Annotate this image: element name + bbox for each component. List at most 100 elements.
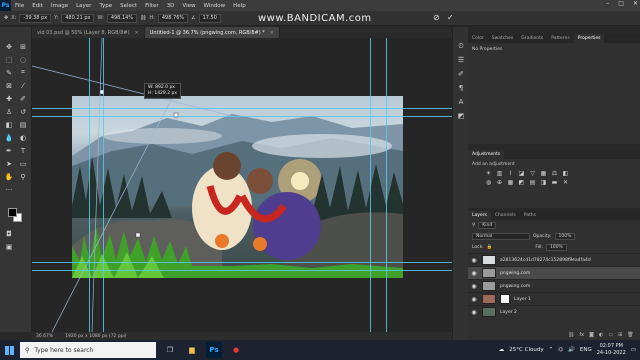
screen-mode-icon[interactable]: ▣ — [3, 241, 15, 252]
eraser-tool-icon[interactable]: ◧ — [3, 119, 15, 130]
fill-field[interactable]: 100% — [545, 244, 567, 251]
crop-tool-icon[interactable]: ⌗ — [17, 67, 29, 78]
eye-icon[interactable]: ◉ — [468, 296, 480, 303]
gradient-map-icon[interactable]: ▬ — [550, 179, 559, 186]
layer-row[interactable]: ◉ a2813624cd1d78274c152898f9ea4fa4d — [468, 253, 640, 266]
brightness-icon[interactable]: ☀ — [484, 170, 493, 177]
tab-layers[interactable]: Layers — [468, 211, 491, 220]
file-explorer-icon[interactable]: ▆ — [184, 342, 200, 358]
new-group-icon[interactable]: ▭ — [608, 332, 613, 338]
layer-row[interactable]: ◉ pngwing.com — [468, 266, 640, 279]
tab-gradients[interactable]: Gradients — [517, 34, 547, 43]
language-indicator[interactable]: ENG — [580, 347, 592, 353]
guide-vertical[interactable] — [89, 38, 90, 332]
weather-icon[interactable]: ☁ — [499, 347, 505, 353]
frame-tool-icon[interactable]: ⊠ — [3, 80, 15, 91]
minimize-icon[interactable]: – — [606, 0, 609, 7]
lock-icon[interactable]: 🔒 — [487, 245, 493, 250]
menu-help[interactable]: Help — [229, 3, 250, 9]
network-icon[interactable]: ⌬ — [558, 347, 563, 353]
threshold-icon[interactable]: ◨ — [539, 179, 548, 186]
menu-window[interactable]: Window — [199, 3, 229, 9]
hue-icon[interactable]: ▦ — [539, 170, 548, 177]
brush-settings-icon[interactable]: ✐ — [456, 69, 466, 79]
type-tool-icon[interactable]: T — [17, 145, 29, 156]
task-view-icon[interactable]: ❐ — [162, 342, 178, 358]
hand-tool-icon[interactable]: ✋ — [3, 171, 15, 182]
menu-select[interactable]: Select — [116, 3, 141, 9]
guide-horizontal[interactable] — [32, 270, 462, 271]
commit-transform-icon[interactable]: ✓ — [447, 13, 454, 22]
exposure-icon[interactable]: ◪ — [517, 170, 526, 177]
menu-edit[interactable]: Edit — [28, 3, 47, 9]
quick-mask-icon[interactable]: ◘ — [3, 228, 15, 239]
invert-icon[interactable]: ◩ — [517, 179, 526, 186]
link-icon[interactable]: ⛓ — [140, 15, 146, 21]
menu-file[interactable]: File — [11, 3, 28, 9]
fx-icon[interactable]: fx — [579, 332, 584, 338]
posterize-icon[interactable]: ▤ — [528, 179, 537, 186]
levels-icon[interactable]: ▥ — [495, 170, 504, 177]
clone-stamp-tool-icon[interactable]: ♙ — [3, 106, 15, 117]
eye-icon[interactable]: ◉ — [468, 283, 480, 290]
layer-comps-icon[interactable]: ◩ — [456, 111, 466, 121]
x-field[interactable]: -39.38 px — [19, 13, 52, 23]
clock[interactable]: 02:07 PM 24-10-2022 — [597, 343, 626, 357]
blur-tool-icon[interactable]: 💧 — [3, 132, 15, 143]
dodge-tool-icon[interactable]: ◐ — [17, 132, 29, 143]
guide-horizontal[interactable] — [32, 262, 462, 263]
guide-vertical[interactable] — [386, 38, 387, 332]
close-tab-icon[interactable]: × — [135, 30, 139, 36]
zoom-tool-icon[interactable]: ⚲ — [17, 171, 29, 182]
guide-vertical[interactable] — [370, 38, 371, 332]
tab-paths[interactable]: Paths — [520, 211, 540, 220]
kind-filter-select[interactable]: Kind — [478, 222, 497, 229]
cancel-transform-icon[interactable]: ⊘ — [433, 13, 440, 22]
bandicam-taskbar-icon[interactable]: ● — [228, 342, 244, 358]
layer-mask-thumbnail[interactable] — [500, 294, 510, 304]
tab-patterns[interactable]: Patterns — [547, 34, 574, 43]
notifications-icon[interactable]: ▭ — [631, 347, 636, 353]
angle-field[interactable]: 17.50 — [198, 13, 221, 23]
tab-properties[interactable]: Properties — [573, 34, 605, 43]
history-panel-icon[interactable]: ⏲ — [456, 41, 466, 51]
artboard-tool-icon[interactable]: ⊞ — [17, 41, 29, 52]
color-balance-icon[interactable]: ⚖ — [550, 170, 559, 177]
h-field[interactable]: 498.76% — [157, 13, 189, 23]
brush-tool-icon[interactable]: ✐ — [17, 93, 29, 104]
color-lookup-icon[interactable]: ▦ — [506, 179, 515, 186]
y-field[interactable]: 480.21 px — [61, 13, 95, 23]
tab-channels[interactable]: Channels — [491, 211, 520, 220]
menu-filter[interactable]: Filter — [141, 3, 163, 9]
maximize-icon[interactable]: □ — [618, 0, 624, 7]
guide-horizontal[interactable] — [32, 116, 462, 117]
menu-type[interactable]: Type — [95, 3, 116, 9]
taskbar-search-box[interactable]: ⚲ Type here to search — [20, 342, 156, 358]
close-tab-icon[interactable]: × — [270, 30, 274, 36]
menu-view[interactable]: View — [178, 3, 199, 9]
tab-adjustments[interactable]: Adjustments — [468, 150, 505, 159]
w-field[interactable]: 498.14% — [106, 13, 138, 23]
layer-row[interactable]: ◉ Layer 1 — [468, 292, 640, 305]
bw-icon[interactable]: ◧ — [561, 170, 570, 177]
photo-filter-icon[interactable]: ◍ — [484, 179, 493, 186]
eye-icon[interactable]: ◉ — [468, 309, 480, 316]
weather-text[interactable]: 25°C Cloudy — [509, 347, 543, 353]
layer-row[interactable]: ◉ pngwing.com — [468, 279, 640, 292]
foreground-color-swatch[interactable] — [8, 208, 17, 217]
menu-image[interactable]: Image — [47, 3, 72, 9]
opacity-field[interactable]: 100% — [554, 233, 576, 240]
canvas-area[interactable]: W: 892.0 px H: 1429.2 px — [32, 38, 462, 332]
channel-mixer-icon[interactable]: ⊕ — [495, 179, 504, 186]
photoshop-taskbar-icon[interactable]: Ps — [206, 342, 222, 358]
tab-color[interactable]: Color — [468, 34, 488, 43]
pen-tool-icon[interactable]: ✒ — [3, 145, 15, 156]
guide-vertical[interactable] — [103, 38, 104, 332]
menu-layer[interactable]: Layer — [72, 3, 95, 9]
zoom-level[interactable]: 36.67% — [36, 334, 53, 339]
vibrance-icon[interactable]: ▽ — [528, 170, 537, 177]
marquee-tool-icon[interactable]: ⬚ — [3, 54, 15, 65]
more-tools-icon[interactable]: ··· — [3, 184, 15, 195]
volume-icon[interactable]: 🔊 — [568, 347, 575, 353]
eyedropper-tool-icon[interactable]: ⁄ — [17, 80, 29, 91]
